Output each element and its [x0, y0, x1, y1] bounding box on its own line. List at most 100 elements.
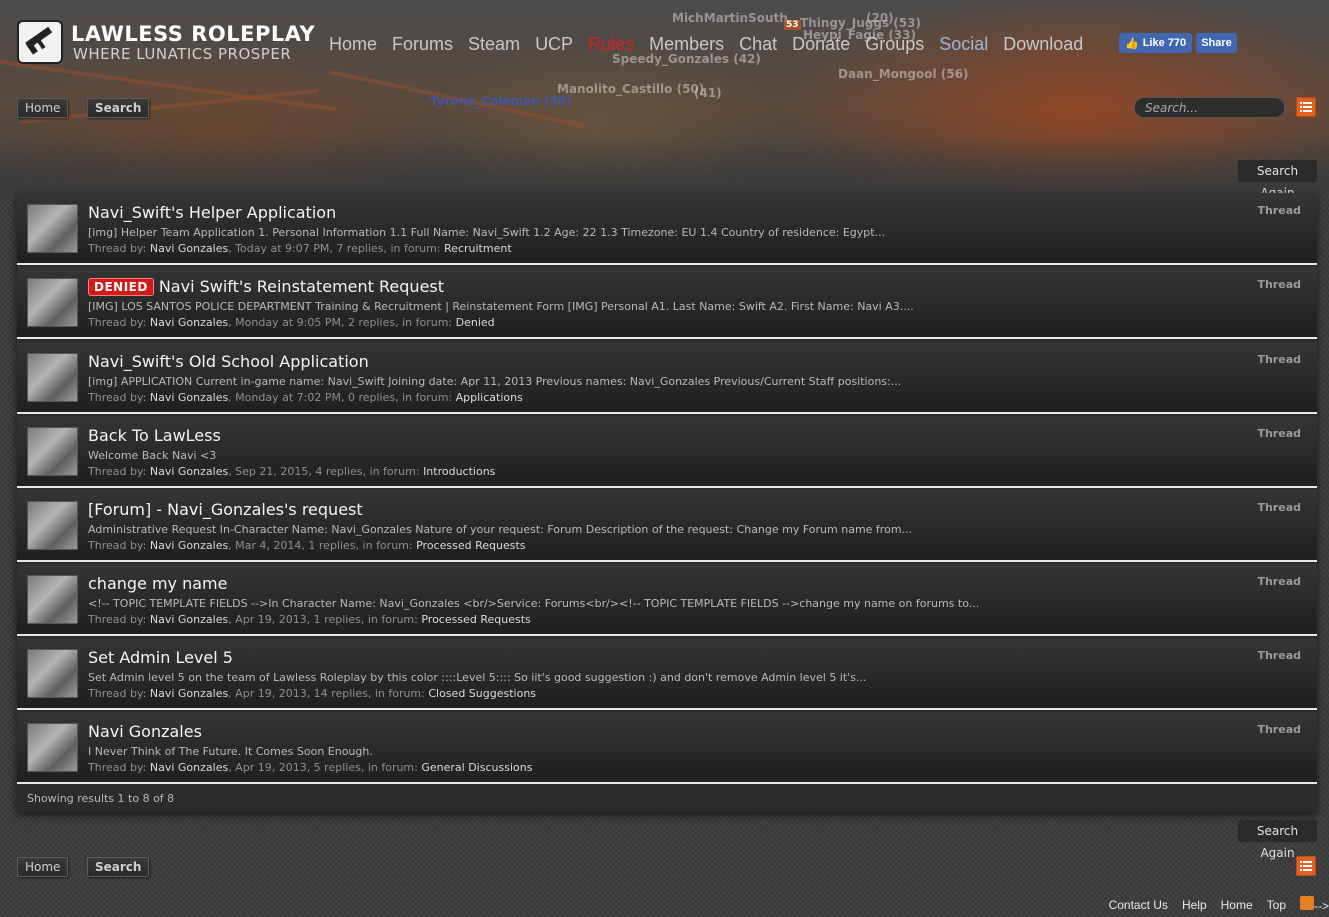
avatar[interactable]: [27, 278, 78, 327]
scene-nametag: Manolito_Castillo (50): [557, 82, 705, 96]
scene-nametag: Daan_Mongool (56): [838, 67, 969, 81]
result-title[interactable]: Navi_Swift's Helper Application: [88, 203, 336, 222]
rss-icon: [1300, 896, 1314, 910]
thumbs-up-icon: 👍: [1125, 37, 1139, 50]
result-snippet: [img] APPLICATION Current in-game name: …: [88, 375, 902, 388]
footer-help-link[interactable]: Help: [1182, 898, 1207, 912]
facebook-like-label: Like 770: [1142, 37, 1187, 49]
result-title[interactable]: Navi Gonzales: [88, 722, 202, 741]
nav-chat[interactable]: Chat: [739, 34, 777, 55]
result-snippet: Set Admin level 5 on the team of Lawless…: [88, 671, 867, 684]
scene-badge: 53: [784, 20, 801, 30]
breadcrumb-home[interactable]: Home: [17, 98, 69, 118]
result-forum[interactable]: General Discussions: [421, 761, 532, 774]
footer-links: Contact Us Help Home Top -->: [1109, 896, 1329, 913]
result-meta: Thread by: Navi Gonzales, Sep 21, 2015, …: [88, 465, 496, 478]
result-title[interactable]: change my name: [88, 574, 227, 593]
result-author[interactable]: Navi Gonzales: [150, 539, 228, 552]
result-meta: Thread by: Navi Gonzales, Apr 19, 2013, …: [88, 687, 537, 700]
result-meta: Thread by: Navi Gonzales, Monday at 7:02…: [88, 391, 523, 404]
result-row[interactable]: change my name <!-- TOPIC TEMPLATE FIELD…: [17, 564, 1317, 636]
result-row[interactable]: [Forum] - Navi_Gonzales's request Admini…: [17, 490, 1317, 562]
result-snippet: Welcome Back Navi <3: [88, 449, 217, 462]
nav-steam[interactable]: Steam: [468, 34, 520, 55]
footer-home-link[interactable]: Home: [1221, 898, 1253, 912]
result-type: Thread: [1257, 723, 1301, 736]
facebook-like-button[interactable]: 👍 Like 770: [1119, 33, 1192, 53]
footer-contact-link[interactable]: Contact Us: [1109, 898, 1168, 912]
result-type: Thread: [1257, 501, 1301, 514]
result-author[interactable]: Navi Gonzales: [150, 391, 228, 404]
result-snippet: Administrative Request In-Character Name…: [88, 523, 913, 536]
result-author[interactable]: Navi Gonzales: [150, 687, 228, 700]
search-again-button[interactable]: Search Again: [1238, 160, 1317, 200]
result-snippet: <!-- TOPIC TEMPLATE FIELDS -->In Charact…: [88, 597, 980, 610]
facebook-share-button[interactable]: Share: [1196, 33, 1237, 53]
breadcrumb-search-bottom[interactable]: Search: [87, 857, 150, 877]
result-title[interactable]: Navi_Swift's Old School Application: [88, 352, 369, 371]
result-type: Thread: [1257, 427, 1301, 440]
result-row[interactable]: Back To LawLess Welcome Back Navi <3 Thr…: [17, 416, 1317, 488]
list-menu-icon[interactable]: [1296, 97, 1316, 117]
result-row[interactable]: DENIED Navi Swift's Reinstatement Request…: [17, 267, 1317, 339]
site-title[interactable]: LAWLESS ROLEPLAY: [71, 22, 315, 46]
rss-link[interactable]: -->: [1300, 896, 1329, 913]
result-title[interactable]: Back To LawLess: [88, 426, 221, 445]
main-nav: Home Forums Steam UCP Rules Members Chat…: [329, 34, 1098, 55]
result-meta: Thread by: Navi Gonzales, Apr 19, 2013, …: [88, 761, 533, 774]
avatar[interactable]: [27, 204, 78, 253]
result-forum[interactable]: Processed Requests: [421, 613, 530, 626]
result-title[interactable]: DENIED Navi Swift's Reinstatement Request: [88, 277, 444, 296]
breadcrumb-search[interactable]: Search: [87, 98, 150, 118]
result-row[interactable]: Navi Gonzales I Never Think of The Futur…: [17, 712, 1317, 784]
result-author[interactable]: Navi Gonzales: [150, 613, 228, 626]
result-snippet: [IMG] LOS SANTOS POLICE DEPARTMENT Train…: [88, 300, 914, 313]
nav-home[interactable]: Home: [329, 34, 377, 55]
scene-nametag: MichMartinSouth: [672, 11, 788, 25]
nav-social[interactable]: Social: [939, 34, 988, 55]
footer-top-link[interactable]: Top: [1267, 898, 1286, 912]
nav-download[interactable]: Download: [1003, 34, 1083, 55]
result-meta: Thread by: Navi Gonzales, Today at 9:07 …: [88, 242, 512, 255]
logo-icon[interactable]: [17, 20, 63, 64]
result-title[interactable]: Set Admin Level 5: [88, 648, 233, 667]
result-forum[interactable]: Introductions: [423, 465, 495, 478]
result-forum[interactable]: Denied: [456, 316, 495, 329]
rss-suffix: -->: [1314, 899, 1329, 913]
result-meta: Thread by: Navi Gonzales, Apr 19, 2013, …: [88, 613, 531, 626]
result-snippet: [img] Helper Team Application 1. Persona…: [88, 226, 886, 239]
avatar[interactable]: [27, 353, 78, 402]
breadcrumb-home-bottom[interactable]: Home: [17, 857, 69, 877]
avatar[interactable]: [27, 723, 78, 772]
scene-nametag: Tyrone_Coleman (50): [430, 94, 572, 108]
avatar[interactable]: [27, 427, 78, 476]
result-meta: Thread by: Navi Gonzales, Mar 4, 2014, 1…: [88, 539, 526, 552]
avatar[interactable]: [27, 649, 78, 698]
result-row[interactable]: Set Admin Level 5 Set Admin level 5 on t…: [17, 638, 1317, 710]
results-summary: Showing results 1 to 8 of 8: [27, 792, 175, 805]
nav-members[interactable]: Members: [649, 34, 724, 55]
result-forum[interactable]: Applications: [456, 391, 523, 404]
result-row[interactable]: Navi_Swift's Helper Application [img] He…: [17, 193, 1317, 265]
nav-groups[interactable]: Groups: [865, 34, 924, 55]
result-forum[interactable]: Recruitment: [444, 242, 512, 255]
result-forum[interactable]: Closed Suggestions: [428, 687, 536, 700]
result-forum[interactable]: Processed Requests: [416, 539, 525, 552]
avatar[interactable]: [27, 501, 78, 550]
scene-nametag: (41): [694, 86, 722, 100]
nav-forums[interactable]: Forums: [392, 34, 453, 55]
result-author[interactable]: Navi Gonzales: [150, 465, 228, 478]
result-author[interactable]: Navi Gonzales: [150, 316, 228, 329]
result-title[interactable]: [Forum] - Navi_Gonzales's request: [88, 500, 363, 519]
nav-rules[interactable]: Rules: [588, 34, 634, 55]
list-menu-icon[interactable]: [1296, 856, 1316, 876]
result-snippet: I Never Think of The Future. It Comes So…: [88, 745, 373, 758]
nav-ucp[interactable]: UCP: [535, 34, 573, 55]
result-row[interactable]: Navi_Swift's Old School Application [img…: [17, 342, 1317, 414]
search-again-button-bottom[interactable]: Search Again: [1238, 820, 1317, 860]
search-input[interactable]: Search...: [1134, 97, 1285, 118]
nav-donate[interactable]: Donate: [792, 34, 850, 55]
result-author[interactable]: Navi Gonzales: [150, 761, 228, 774]
avatar[interactable]: [27, 575, 78, 624]
result-author[interactable]: Navi Gonzales: [150, 242, 228, 255]
